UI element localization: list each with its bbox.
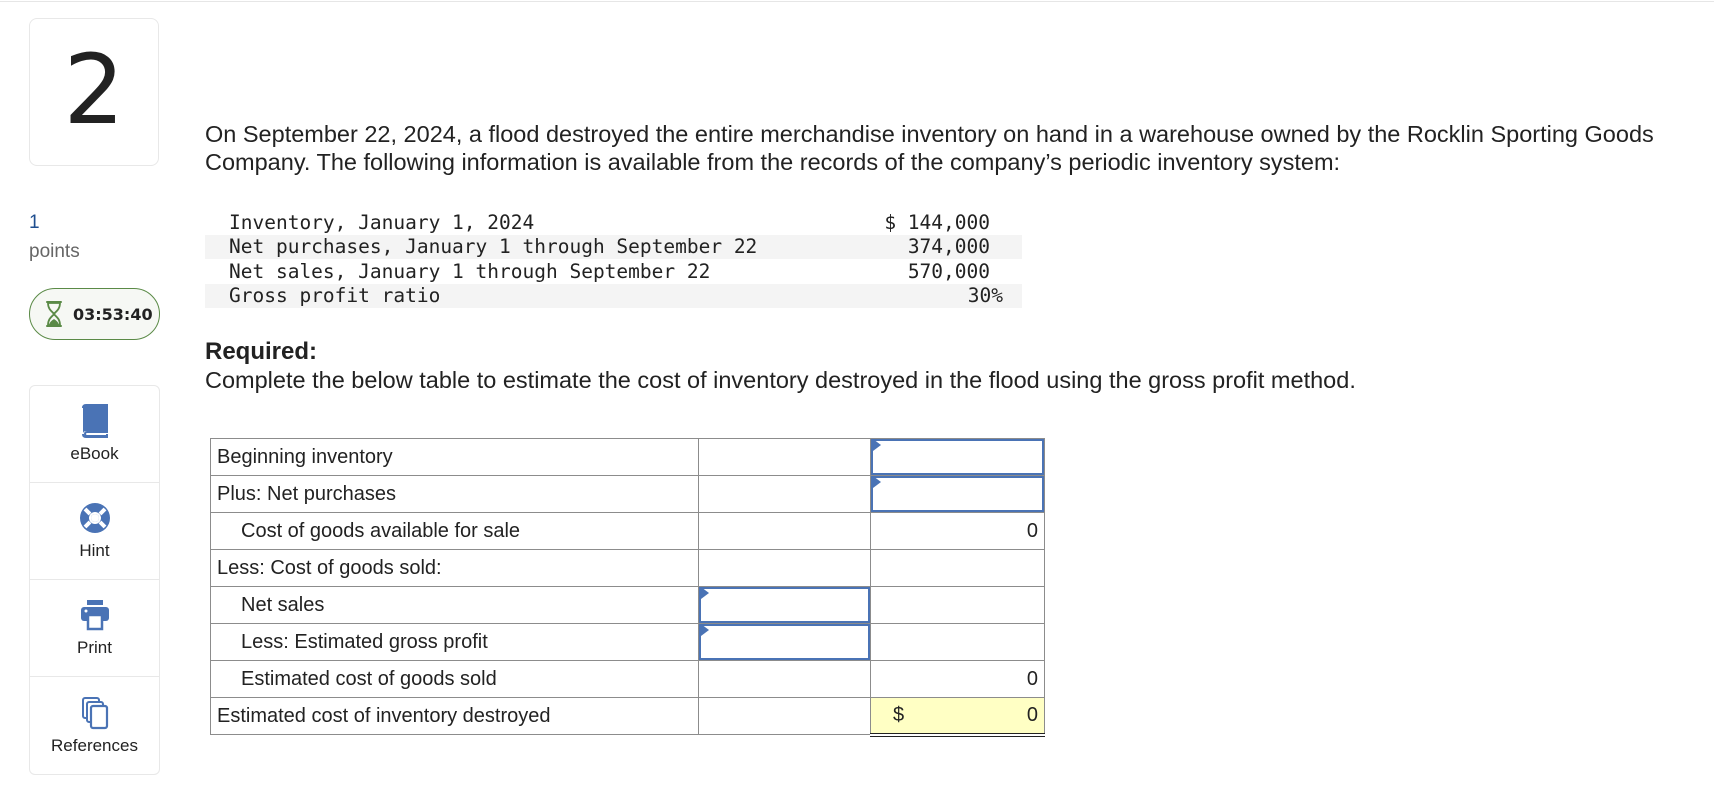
row-label: Plus: Net purchases (210, 475, 699, 513)
row-label: Cost of goods available for sale (210, 512, 699, 550)
points-label: points (29, 241, 80, 262)
required-instructions: Complete the below table to estimate the… (205, 367, 1356, 393)
gross-profit-worksheet: Beginning inventory Plus: Net purchases … (210, 438, 1045, 737)
input-flag-icon (873, 476, 881, 488)
row-label: Beginning inventory (210, 438, 699, 476)
required-heading: Required: (205, 338, 318, 365)
goods-available-value: 0 (1026, 519, 1038, 542)
net-sales-cell (698, 586, 871, 624)
printer-icon (80, 600, 109, 631)
given-row: Inventory, January 1, 2024 $ 144,000 (205, 210, 1022, 235)
goods-available-cell: 0 (870, 512, 1045, 550)
beginning-inventory-field[interactable] (871, 439, 1044, 475)
lifebuoy-icon (79, 503, 110, 533)
net-sales-input[interactable] (701, 589, 868, 621)
currency-symbol: $ (893, 703, 905, 726)
table-row: Cost of goods available for sale 0 (210, 512, 1045, 550)
empty-cell (698, 660, 871, 698)
table-row: Less: Cost of goods sold: (210, 549, 1045, 587)
empty-cell (870, 623, 1045, 661)
tools-panel: eBook Hint Print References (29, 385, 160, 775)
given-label: Gross profit ratio (229, 284, 441, 308)
given-value: $ 144,000 (884, 210, 990, 234)
table-row: Less: Estimated gross profit (210, 623, 1045, 661)
top-divider (0, 1, 1714, 2)
table-row: Net sales (210, 586, 1045, 624)
timer-badge: 03:53:40 (29, 288, 160, 340)
given-row: Net sales, January 1 through September 2… (205, 259, 1022, 284)
given-value: 374,000 (907, 235, 990, 259)
question-intro: On September 22, 2024, a flood destroyed… (205, 121, 1654, 175)
empty-cell (698, 512, 871, 550)
gross-profit-cell (698, 623, 871, 661)
given-data-table: Inventory, January 1, 2024 $ 144,000 Net… (205, 210, 1022, 308)
empty-cell (870, 586, 1045, 624)
beginning-inventory-cell (870, 438, 1045, 476)
given-label: Inventory, January 1, 2024 (229, 210, 535, 234)
empty-cell (870, 549, 1045, 587)
net-purchases-input[interactable] (873, 478, 1042, 510)
empty-cell (698, 549, 871, 587)
print-button[interactable]: Print (30, 580, 159, 677)
hint-button[interactable]: Hint (30, 483, 159, 580)
estimated-cogs-cell: 0 (870, 660, 1045, 698)
references-label: References (51, 735, 138, 755)
table-row: Estimated cost of goods sold 0 (210, 660, 1045, 698)
input-flag-icon (701, 587, 709, 599)
question-number: 2 (63, 34, 125, 146)
empty-cell (698, 697, 871, 735)
row-label: Estimated cost of goods sold (210, 660, 699, 698)
ebook-label: eBook (70, 444, 119, 463)
points-value: 1 (29, 212, 40, 233)
row-label: Estimated cost of inventory destroyed (210, 697, 699, 735)
timer-value: 03:53:40 (73, 304, 153, 324)
hourglass-icon (46, 301, 62, 327)
gross-profit-input[interactable] (701, 626, 868, 658)
given-label: Net sales, January 1 through September 2… (229, 259, 711, 283)
input-flag-icon (701, 624, 709, 636)
gross-profit-field[interactable] (699, 624, 870, 660)
row-label: Less: Estimated gross profit (210, 623, 699, 661)
given-row: Gross profit ratio 30% (205, 283, 1022, 308)
given-value: 570,000 (907, 259, 990, 283)
inventory-destroyed-value: 0 (1026, 703, 1038, 726)
question-number-box: 2 (29, 18, 159, 166)
given-row: Net purchases, January 1 through Septemb… (205, 234, 1022, 259)
empty-cell (698, 475, 871, 513)
table-row: Beginning inventory (210, 438, 1045, 476)
net-sales-field[interactable] (699, 587, 870, 623)
given-label: Net purchases, January 1 through Septemb… (229, 235, 758, 259)
copy-documents-icon (81, 696, 108, 729)
row-label: Net sales (210, 586, 699, 624)
input-flag-icon (873, 439, 881, 451)
empty-cell (698, 438, 871, 476)
ebook-button[interactable]: eBook (30, 386, 159, 483)
beginning-inventory-input[interactable] (873, 441, 1042, 473)
net-purchases-field[interactable] (871, 476, 1044, 512)
inventory-destroyed-cell: $ 0 (870, 697, 1045, 737)
references-button[interactable]: References (30, 677, 159, 774)
estimated-cogs-value: 0 (1026, 667, 1038, 690)
given-value: 30% (967, 284, 1003, 308)
row-label: Less: Cost of goods sold: (210, 549, 699, 587)
hint-label: Hint (79, 541, 110, 560)
net-purchases-cell (870, 475, 1045, 513)
book-icon (81, 404, 108, 438)
print-label: Print (77, 638, 112, 657)
table-row: Plus: Net purchases (210, 475, 1045, 513)
table-row: Estimated cost of inventory destroyed $ … (210, 697, 1045, 737)
